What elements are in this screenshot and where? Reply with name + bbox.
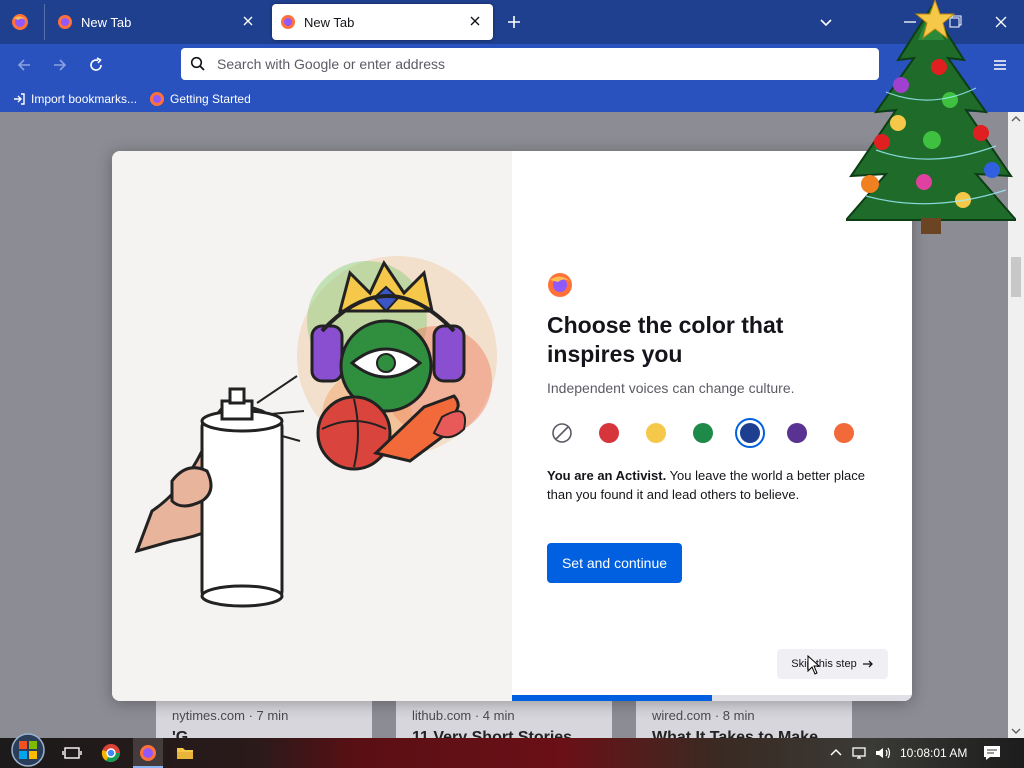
set-and-continue-button[interactable]: Set and continue bbox=[547, 543, 682, 583]
dialog-heading: Choose the color that inspires you bbox=[547, 312, 784, 367]
firefox-icon bbox=[140, 745, 156, 761]
color-swatches bbox=[547, 418, 876, 448]
story-card[interactable]: wired.com · 8 min What It Takes to Make bbox=[636, 698, 852, 738]
skip-step-button[interactable]: Skip this step bbox=[777, 649, 888, 679]
no-color-icon bbox=[552, 423, 572, 443]
taskbar-clock[interactable]: 10:08:01 AM bbox=[900, 746, 967, 760]
swatch-green[interactable] bbox=[688, 418, 718, 448]
import-icon bbox=[14, 93, 25, 105]
scroll-thumb[interactable] bbox=[1011, 257, 1021, 297]
reload-icon[interactable] bbox=[86, 55, 106, 75]
chrome-icon[interactable] bbox=[101, 743, 121, 763]
file-explorer-icon[interactable] bbox=[175, 743, 195, 763]
close-tab-icon[interactable] bbox=[467, 13, 483, 29]
taskbar-firefox-active[interactable] bbox=[133, 738, 163, 768]
colorway-name: You are an Activist. bbox=[547, 468, 667, 483]
swatch-yellow[interactable] bbox=[641, 418, 671, 448]
colorway-description: You are an Activist. You leave the world… bbox=[547, 466, 882, 504]
story-source: lithub.com · 4 min bbox=[412, 708, 515, 723]
taskbar: 10:08:01 AM bbox=[0, 733, 1024, 768]
story-title: 'G bbox=[172, 729, 189, 738]
mouse-cursor-icon bbox=[807, 655, 821, 675]
address-input[interactable] bbox=[215, 55, 855, 73]
forward-arrow-icon[interactable] bbox=[50, 55, 70, 75]
chevron-up-icon[interactable] bbox=[826, 743, 846, 763]
back-arrow-icon[interactable] bbox=[14, 55, 34, 75]
bookmark-import[interactable]: Import bookmarks... bbox=[12, 92, 137, 106]
swatch-blue[interactable] bbox=[735, 418, 765, 448]
tab-label: New Tab bbox=[81, 14, 132, 30]
notifications-icon[interactable] bbox=[982, 743, 1002, 763]
story-title: What It Takes to Make bbox=[652, 729, 818, 738]
story-source: nytimes.com · 7 min bbox=[172, 708, 289, 723]
swatch-purple[interactable] bbox=[782, 418, 812, 448]
firefox-menu-icon[interactable] bbox=[10, 12, 30, 32]
close-tab-icon[interactable] bbox=[240, 13, 256, 29]
scroll-down-arrow-icon[interactable] bbox=[1008, 724, 1024, 738]
firefox-logo-icon bbox=[548, 273, 572, 297]
chevron-down-icon[interactable] bbox=[816, 12, 836, 32]
start-button-icon[interactable] bbox=[10, 732, 46, 768]
swatch-red[interactable] bbox=[594, 418, 624, 448]
tab-label: New Tab bbox=[304, 14, 355, 30]
story-card[interactable]: lithub.com · 4 min 11 Very Short Stories bbox=[396, 698, 612, 738]
illustration-panel bbox=[112, 151, 512, 701]
activist-illustration bbox=[134, 256, 497, 608]
progress-fill bbox=[512, 695, 712, 701]
story-card[interactable]: nytimes.com · 7 min 'G bbox=[156, 698, 372, 738]
progress-bar bbox=[512, 695, 912, 701]
story-source: wired.com · 8 min bbox=[652, 708, 755, 723]
tab-new-tab-2[interactable]: New Tab bbox=[272, 4, 493, 40]
christmas-tree-decoration bbox=[846, 0, 1016, 234]
firefox-icon bbox=[58, 15, 72, 29]
task-view-icon[interactable] bbox=[62, 743, 82, 763]
bookmark-getting-started[interactable]: Getting Started bbox=[149, 91, 251, 107]
address-bar[interactable] bbox=[181, 48, 879, 80]
bookmark-label: Getting Started bbox=[170, 92, 251, 106]
bookmark-label: Import bookmarks... bbox=[31, 92, 138, 106]
dialog-subheading: Independent voices can change culture. bbox=[547, 380, 795, 396]
firefox-icon bbox=[281, 15, 295, 29]
arrow-right-icon bbox=[862, 660, 873, 668]
skip-label: Skip this step bbox=[791, 658, 857, 670]
network-icon[interactable] bbox=[850, 743, 870, 763]
new-tab-plus-icon[interactable] bbox=[504, 12, 524, 32]
story-title: 11 Very Short Stories bbox=[412, 729, 573, 738]
firefox-icon bbox=[150, 92, 165, 106]
tab-new-tab-1[interactable]: New Tab bbox=[44, 4, 266, 40]
onboarding-dialog: Choose the color that inspires you Indep… bbox=[112, 151, 912, 701]
search-icon bbox=[190, 56, 205, 71]
swatch-none[interactable] bbox=[547, 418, 577, 448]
volume-icon[interactable] bbox=[873, 743, 893, 763]
swatch-orange[interactable] bbox=[829, 418, 859, 448]
